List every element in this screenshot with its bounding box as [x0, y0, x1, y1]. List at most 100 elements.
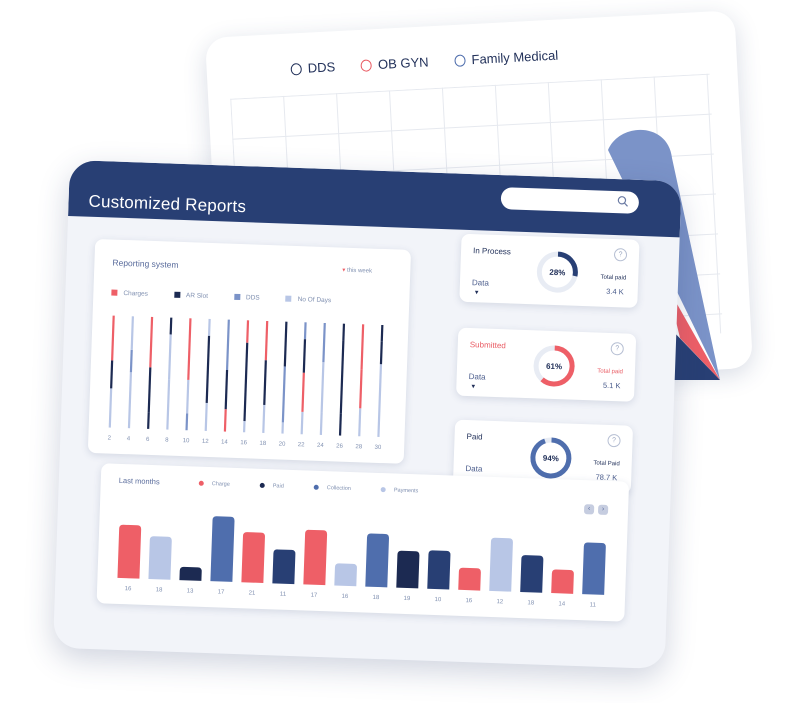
legend-dds[interactable]: DDS	[290, 59, 336, 76]
x-tick-label: 21	[249, 591, 257, 597]
ring-percent: 94%	[543, 454, 559, 464]
total-value: 3.4 K	[606, 286, 624, 297]
bar-segment	[147, 412, 150, 429]
bar-segment	[380, 324, 384, 342]
search-input[interactable]	[500, 187, 640, 214]
help-icon[interactable]: ?	[613, 248, 628, 262]
legend-label: DDS	[307, 59, 336, 76]
last-months-card: Last months Charge Paid Collection Payme…	[96, 463, 630, 622]
bar-segment	[110, 360, 114, 389]
last-months-bar-chart: 16 18 13 17 21 11 17 16 18 19 10 16 12 18 14 11	[117, 516, 606, 609]
data-dropdown[interactable]: Data	[465, 464, 482, 474]
bar-segment	[301, 372, 305, 412]
bar-segment	[225, 319, 230, 371]
report-bar-4	[127, 316, 134, 429]
bar-segment	[168, 334, 172, 380]
x-tick-label: 13	[187, 588, 195, 594]
x-tick-label: 18	[259, 441, 267, 447]
x-tick-label: 19	[403, 596, 411, 602]
legend-family-medical[interactable]: Family Medical	[454, 48, 558, 68]
month-bar-14	[551, 569, 574, 594]
month-bar-3	[210, 516, 235, 582]
legend-ob-gyn[interactable]: OB GYN	[360, 54, 429, 73]
help-icon[interactable]: ?	[610, 341, 624, 356]
bar-segment	[166, 379, 171, 430]
last-months-legend: Charge Paid Collection Payments	[198, 480, 418, 494]
week-selector[interactable]: ▾ this week	[342, 267, 372, 275]
legend-dds: DDS	[233, 294, 260, 302]
x-tick-label: 16	[341, 594, 349, 600]
bar-segment	[338, 413, 342, 436]
report-bar-26	[338, 323, 346, 436]
bar-segment	[319, 412, 323, 435]
x-tick-label: 14	[558, 601, 566, 607]
bar-segment	[264, 320, 269, 361]
stat-name: In Process	[472, 246, 512, 257]
reporting-legend: Charges AR Slot DDS No Of Days	[111, 289, 331, 304]
circle-icon	[454, 53, 466, 67]
reporting-bar-chart: 2 4 6 8 10 12 14 16 18 20 22 24 26 28 30	[108, 315, 384, 451]
report-bar-16	[243, 320, 250, 433]
reporting-system-card: Reporting system ▾ this week Charges AR …	[87, 238, 412, 464]
page-title: Customized Reports	[88, 191, 247, 217]
ring-percent: 28%	[549, 268, 565, 278]
bar-segment	[320, 362, 325, 413]
report-bar-6	[147, 316, 154, 429]
report-bar-30	[377, 324, 384, 437]
x-tick-label: 17	[218, 589, 226, 595]
stat-name: Submitted	[469, 340, 506, 351]
legend-paid: Paid	[259, 482, 284, 490]
legend-ar-slot: AR Slot	[173, 291, 208, 300]
bar-segment	[262, 404, 266, 433]
caret-down-icon: ▼	[473, 290, 480, 297]
x-tick-label: 10	[434, 597, 442, 603]
bar-segment	[360, 324, 365, 370]
report-bar-2	[108, 315, 115, 428]
bar-segment	[111, 315, 115, 361]
x-tick-label: 17	[310, 593, 318, 599]
data-dropdown[interactable]: Data	[469, 372, 486, 382]
x-tick-label: 18	[527, 600, 535, 606]
legend-payments: Payments	[380, 487, 418, 494]
bar-segment	[187, 318, 192, 380]
background-legend: DDS OB GYN Family Medical	[290, 48, 558, 77]
bar-segment	[300, 411, 304, 435]
legend-label: Family Medical	[471, 47, 559, 68]
bar-segment	[207, 318, 211, 336]
month-bar-2	[179, 566, 202, 581]
data-dropdown[interactable]: Data	[472, 278, 489, 288]
x-tick-label: 10	[183, 438, 191, 444]
bar-segment	[283, 321, 288, 367]
bar-segment	[342, 323, 346, 341]
month-bar-12	[489, 537, 513, 592]
ring-percent: 61%	[546, 362, 562, 372]
legend-charge: Charge	[198, 480, 230, 488]
x-tick-label: 26	[336, 443, 344, 449]
search-icon[interactable]	[617, 195, 629, 207]
x-tick-label: 14	[221, 439, 229, 445]
x-tick-label: 16	[465, 598, 473, 604]
bar-segment	[359, 369, 363, 409]
report-bar-14	[223, 319, 230, 432]
month-bar-6	[303, 529, 328, 586]
help-icon[interactable]: ?	[607, 433, 621, 448]
bar-segment	[243, 342, 249, 422]
report-bar-24	[319, 322, 326, 435]
x-tick-label: 16	[125, 586, 133, 592]
circle-icon	[290, 62, 303, 76]
month-bar-8	[365, 533, 389, 588]
x-tick-label: 2	[108, 435, 112, 441]
bar-segment	[185, 413, 189, 431]
month-bar-5	[272, 549, 296, 585]
x-tick-label: 18	[372, 595, 380, 601]
month-bar-0	[117, 524, 142, 579]
progress-ring: 61%	[533, 345, 575, 387]
bar-segment	[130, 316, 134, 350]
legend-collection: Collection	[313, 484, 351, 492]
report-bar-12	[204, 318, 211, 431]
x-tick-label: 6	[146, 437, 150, 443]
x-tick-label: 24	[317, 443, 325, 449]
total-label: Total paid	[597, 368, 624, 376]
bar-segment	[223, 409, 227, 432]
bar-segment	[377, 364, 383, 437]
